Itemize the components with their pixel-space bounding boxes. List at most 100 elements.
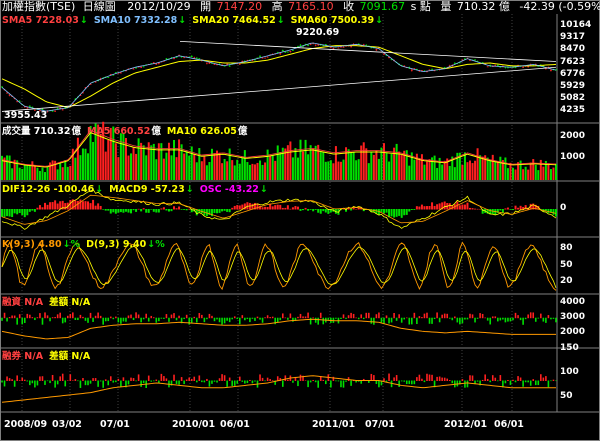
short-bar	[188, 377, 190, 381]
price-candle	[107, 77, 110, 78]
short-bar	[324, 380, 327, 385]
volume-bar	[476, 148, 479, 180]
price-candle	[474, 59, 476, 61]
price-legend-item: SMA10 7332.28	[93, 15, 178, 26]
short-bar	[411, 380, 413, 385]
macd-osc-bar	[433, 205, 436, 210]
macd-osc-bar	[228, 209, 231, 213]
volume-bar	[233, 165, 236, 180]
short-bar	[1, 380, 3, 383]
short-bar	[31, 380, 34, 384]
trendline-resistance	[179, 40, 557, 62]
macd-osc-bar	[296, 206, 299, 210]
margin-bar	[395, 317, 398, 321]
macd-osc-bar	[167, 209, 170, 212]
short-bar	[231, 380, 234, 386]
macd-osc-bar	[223, 209, 226, 211]
margin-bar	[238, 317, 241, 325]
margin-bar	[104, 317, 107, 322]
x-tick-label: 2012/01	[444, 419, 488, 430]
macd-osc-bar	[221, 209, 224, 212]
short-bar	[160, 373, 163, 381]
short-bar	[350, 380, 352, 386]
margin-bar	[400, 317, 403, 323]
macd-osc-bar	[79, 199, 82, 210]
macd-osc-bar	[33, 209, 36, 212]
short-bar	[203, 380, 206, 383]
margin-bar	[21, 317, 24, 325]
price-candle	[481, 62, 484, 63]
macd-osc-bar	[137, 208, 140, 210]
macd-osc-bar	[21, 209, 24, 216]
short-bar	[56, 380, 59, 385]
margin-bar	[461, 317, 464, 324]
margin-bar	[125, 317, 127, 322]
volume-bar	[443, 160, 446, 180]
macd-osc-bar	[226, 209, 229, 212]
x-tick-label: 2010/01	[172, 419, 216, 430]
short-bar	[550, 380, 552, 382]
margin-bar	[335, 317, 337, 319]
volume-bar	[332, 163, 335, 180]
short-bar	[309, 380, 312, 383]
macd-osc-bar	[395, 209, 398, 217]
volume-bar	[532, 159, 535, 180]
margin-bar	[373, 317, 375, 325]
y-tick-label: 6776	[560, 68, 586, 79]
kd-legend-item: D(9,3) 9.40	[86, 239, 147, 250]
volume-bar	[398, 151, 401, 180]
short-bar	[61, 373, 64, 381]
macd-legend-arrow: ↓	[185, 184, 194, 195]
macd-osc-bar	[291, 207, 294, 210]
macd-osc-bar	[238, 205, 241, 210]
short-bar	[461, 379, 464, 381]
volume-bar	[150, 145, 153, 180]
y-tick-label: 2000	[560, 326, 586, 337]
margin-bar	[165, 314, 168, 319]
margin-bar	[385, 315, 388, 319]
volume-bar	[552, 167, 555, 180]
margin-bar	[36, 317, 39, 319]
macd-osc-bar	[16, 209, 19, 215]
margin-bar	[514, 312, 517, 319]
margin-bar	[241, 315, 244, 319]
volume-bar	[210, 148, 213, 180]
margin-bar	[504, 317, 507, 323]
price-candle	[332, 48, 335, 50]
macd-osc-bar	[84, 201, 87, 210]
margin-bar	[276, 317, 279, 323]
volume-bar	[375, 150, 378, 180]
price-candle	[350, 46, 352, 48]
y-tick-label: 0	[560, 203, 567, 213]
price-candle	[410, 69, 413, 71]
volume-bar	[504, 157, 507, 180]
short-bar	[438, 376, 441, 381]
sma20-line	[1, 42, 557, 112]
short-bar	[335, 380, 337, 382]
short-bar	[345, 380, 347, 382]
short-legend-item: 差額 N/A	[49, 351, 91, 362]
short-bar	[195, 380, 198, 383]
margin-bar	[61, 317, 64, 324]
macd-osc-bar	[109, 209, 112, 214]
margin-bar	[152, 317, 155, 319]
margin-bar	[23, 317, 26, 323]
volume-bar	[448, 165, 451, 180]
macd-osc-bar	[87, 201, 90, 210]
macd-osc-bar	[322, 209, 325, 212]
price-candle	[59, 107, 62, 109]
short-bar	[436, 376, 438, 381]
y-tick-label: 80	[560, 243, 573, 253]
margin-bar	[446, 313, 449, 319]
price-candle	[1, 86, 3, 88]
margin-bar	[168, 317, 170, 322]
macd-osc-bar	[302, 209, 305, 211]
y-tick-label: 1000	[560, 152, 586, 163]
macd-legend: DIF12-26 -100.46↓ MACD9 -57.23↓ OSC -43.22…	[2, 184, 274, 195]
macd-osc-bar	[231, 207, 234, 210]
macd-osc-bar	[56, 203, 59, 210]
volume-bar	[355, 160, 358, 180]
price-candle	[208, 62, 211, 64]
short-bar	[213, 380, 216, 382]
volume-bar	[31, 161, 34, 180]
